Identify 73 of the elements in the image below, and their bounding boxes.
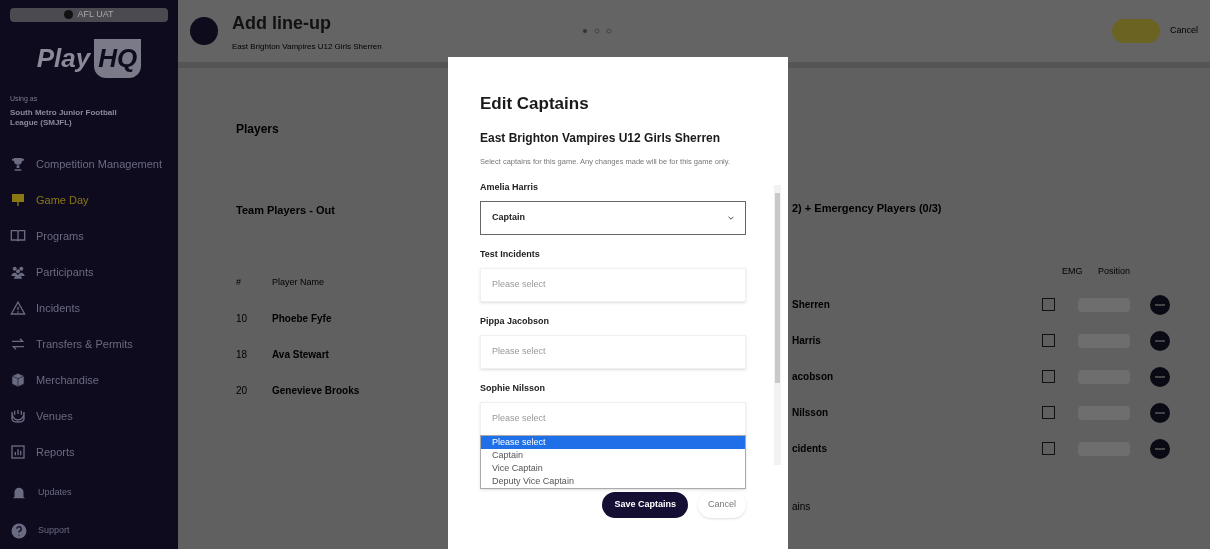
footer-link[interactable]: Support [0,512,178,549]
dialog-subtitle: East Brighton Vampires U12 Girls Sherren [480,129,722,147]
player-number: 20 [236,384,249,398]
step-dots-drawing [581,28,612,34]
page-title: Add line-up [232,11,332,35]
column-header: Position [1098,264,1132,278]
section-heading: ains [792,499,812,514]
nav-item[interactable]: Participants [0,254,178,290]
field-label: Test Incidents [480,247,541,261]
player-name: Phoebe Fyfe [272,312,332,326]
dropdown-option[interactable]: Deputy Vice Captain [481,474,745,488]
column-header: # [236,275,242,289]
nav-item[interactable]: Competition Management [0,146,178,182]
column-header: Player Name [272,275,325,289]
section-heading: 2) + Emergency Players (0/3) [792,201,943,216]
role-select[interactable]: Please select [480,267,746,302]
dropdown-option[interactable]: Vice Captain [481,461,745,475]
book-icon [10,228,26,244]
remove-icon[interactable] [1150,294,1170,315]
player-name: acobson [792,370,835,384]
organisation-name: South Metro Junior Football League (SMJFL) [9,108,118,128]
player-number: 10 [236,312,249,326]
remove-icon[interactable] [1150,438,1170,459]
box-icon [10,372,26,388]
dropdown-option[interactable]: Please select [481,435,745,449]
role-select[interactable]: Captain [480,200,746,235]
field-label: Sophie Nilsson [480,381,546,395]
remove-icon[interactable] [1150,402,1170,423]
page-subtitle: East Brighton Vampires U12 Girls Sherren [232,40,382,53]
player-name: Ava Stewart [272,348,329,362]
role-select[interactable]: Please select [480,334,746,369]
warning-icon [10,300,26,316]
chart-icon [10,444,26,460]
save-captains-button[interactable]: Save Captains [602,491,688,518]
cancel-link[interactable]: Cancel [1170,24,1198,38]
section-heading: Team Players - Out [236,203,335,218]
board-icon [10,192,26,208]
dialog-title: Edit Captains [480,93,590,115]
nav-item[interactable]: Merchandise [0,362,178,398]
venue-icon [10,408,26,424]
nav-item[interactable]: Game Day [0,182,178,218]
cancel-button[interactable]: Cancel [698,491,746,518]
trophy-icon [10,156,26,172]
arrows-icon [10,336,26,352]
nav-item[interactable]: Programs [0,218,178,254]
remove-icon[interactable] [1150,330,1170,351]
dropdown-option[interactable]: Captain [481,448,745,462]
player-name: Sherren [792,298,831,312]
help-icon [10,522,28,540]
remove-icon[interactable] [1150,366,1170,387]
environment-button[interactable]: AFL UAT [10,8,168,22]
nav-item[interactable]: Venues [0,398,178,434]
emg-checkbox[interactable] [1042,442,1055,455]
player-name: Genevieve Brooks [272,384,360,398]
player-name: Harris [792,334,822,348]
people-icon [10,264,26,280]
column-header: EMG [1062,264,1084,278]
chevron-down-icon [728,215,734,220]
nav-item[interactable]: Reports [0,434,178,470]
emg-checkbox[interactable] [1042,406,1055,419]
emg-checkbox[interactable] [1042,370,1055,383]
player-name: Nilsson [792,406,830,420]
players-heading: Players [236,121,279,138]
nav-item[interactable]: Incidents [0,290,178,326]
team-avatar-icon [190,17,218,45]
field-label: Pippa Jacobson [480,314,551,328]
footer-link[interactable]: Updates [0,474,178,512]
player-name: cidents [792,442,828,456]
emg-checkbox[interactable] [1042,334,1055,347]
emg-checkbox[interactable] [1042,298,1055,311]
player-number: 18 [236,348,249,362]
nav-item[interactable]: Transfers & Permits [0,326,178,362]
field-label: Amelia Harris [480,180,540,194]
